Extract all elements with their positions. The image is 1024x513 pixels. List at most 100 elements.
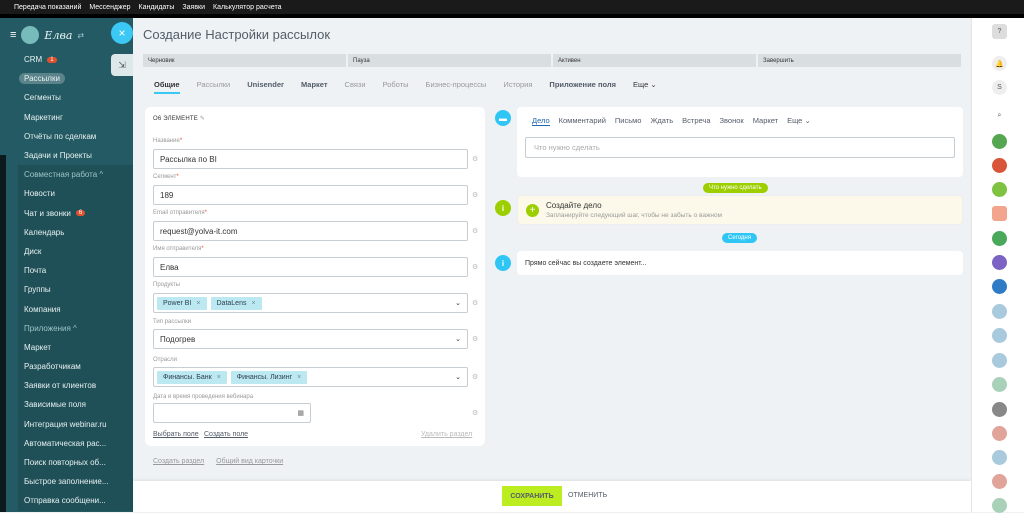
avatar[interactable] [992,134,1007,149]
sidebar-group-apps[interactable]: Приложения ^ [18,318,133,338]
top-tab-readings[interactable]: Передача показаний [14,4,81,11]
tab-mailings[interactable]: Рассылки [197,80,231,94]
mailing-type-select[interactable]: Подогрев ⌄ [153,329,468,349]
sidebar-item-market[interactable]: Маркет [18,337,133,357]
sidebar-item-auto-mailing[interactable]: Автоматическая рас... [18,433,133,453]
sidebar-item-send-messages[interactable]: Отправка сообщени... [18,491,133,511]
avatar[interactable] [992,402,1007,417]
sidebar-item-webinar[interactable]: Интеграция webinar.ru [18,414,133,434]
sidebar-item-reports[interactable]: Отчёты по сделкам [18,127,133,146]
select-field-link[interactable]: Выбрать поле [153,431,199,438]
avatar[interactable] [992,255,1007,270]
gear-icon[interactable]: ⚙ [472,299,478,307]
sidebar-item-client-requests[interactable]: Заявки от клиентов [18,376,133,396]
gear-icon[interactable]: ⚙ [472,409,478,417]
search-icon[interactable]: ⌕ [992,108,1007,123]
gear-icon[interactable]: ⚙ [472,335,478,343]
avatar[interactable] [992,498,1007,513]
create-section-link[interactable]: Создать раздел [153,458,204,465]
avatar[interactable] [992,377,1007,392]
avatar[interactable] [992,328,1007,343]
skype-icon[interactable]: S [992,80,1007,95]
activity-tab-email[interactable]: Письмо [615,116,642,126]
help-icon[interactable]: ? [992,24,1007,39]
sidebar-item-marketing[interactable]: Маркетинг [18,108,133,127]
sidebar-item-mail[interactable]: Почта [18,261,133,281]
create-field-link[interactable]: Создать поле [204,431,248,438]
bell-icon[interactable]: 🔔 [992,56,1007,71]
create-task-box[interactable]: + Создайте дело Запланируйте следующий ш… [517,195,963,225]
products-multiselect[interactable]: Power BI × DataLens × ⌄ [153,293,468,313]
gear-icon[interactable]: ⚙ [472,373,478,381]
common-card-view-link[interactable]: Общий вид карточки [216,458,283,465]
sender-name-field[interactable]: Елва [153,257,468,277]
stage-draft[interactable]: Черновик [143,54,346,67]
avatar[interactable] [992,353,1007,368]
sidebar-item-duplicate-search[interactable]: Поиск повторных об... [18,452,133,473]
avatar[interactable] [992,206,1007,221]
activity-tab-task[interactable]: Дело [532,116,550,126]
sidebar-item-segments[interactable]: Сегменты [18,88,133,107]
menu-icon[interactable]: ≡ [10,29,16,41]
top-tab-calculator[interactable]: Калькулятор расчета [213,4,281,11]
stage-active[interactable]: Активен [553,54,756,67]
tab-robots[interactable]: Роботы [383,80,409,94]
edit-icon[interactable]: ⇄ [77,31,84,40]
top-tab-requests[interactable]: Заявки [182,4,205,11]
chevron-down-icon[interactable]: ⌄ [455,373,461,381]
sidebar-item-tasks[interactable]: Задачи и Проекты [18,146,133,165]
tab-app-fields[interactable]: Приложение поля [549,80,616,94]
avatar[interactable] [992,182,1007,197]
tab-general[interactable]: Общие [154,80,180,94]
tab-more[interactable]: Еще ⌄ [633,80,657,94]
avatar[interactable] [992,474,1007,489]
email-field[interactable]: request@yolva-it.com [153,221,468,241]
gear-icon[interactable]: ⚙ [472,227,478,235]
sidebar-item-company[interactable]: Компания [18,299,133,319]
activity-tab-wait[interactable]: Ждать [650,116,673,126]
collapse-button[interactable]: ⇲ [111,54,133,76]
segment-field[interactable]: 189 [153,185,468,205]
name-field[interactable]: Рассылка по BI [153,149,468,169]
tab-links[interactable]: Связи [345,80,366,94]
tab-market[interactable]: Маркет [301,80,328,94]
todo-input[interactable]: Что нужно сделать [525,137,955,158]
plus-icon[interactable]: + [526,204,539,217]
remove-icon[interactable]: × [196,300,200,307]
chevron-down-icon[interactable]: ⌄ [455,299,461,307]
stage-finish[interactable]: Завершить [758,54,961,67]
activity-tab-meeting[interactable]: Встреча [682,116,710,126]
close-slider-button[interactable]: × [111,22,133,44]
delete-section-link[interactable]: Удалить раздел [421,431,472,438]
remove-icon[interactable]: × [217,374,221,381]
tab-business-processes[interactable]: Бизнес-процессы [426,80,487,94]
sidebar-item-developers[interactable]: Разработчикам [18,357,133,377]
sidebar-item-news[interactable]: Новости [18,184,133,204]
industries-multiselect[interactable]: Финансы. Банк × Финансы. Лизинг × ⌄ [153,367,468,387]
avatar[interactable] [992,158,1007,173]
gear-icon[interactable]: ⚙ [472,263,478,271]
save-button[interactable]: СОХРАНИТЬ [502,486,562,506]
sidebar-group-collaboration[interactable]: Совместная работа ^ [18,165,133,185]
top-tab-candidates[interactable]: Кандидаты [139,4,175,11]
avatar[interactable] [992,231,1007,246]
remove-icon[interactable]: × [297,374,301,381]
sidebar-item-quick-fill[interactable]: Быстрое заполнение... [18,472,133,492]
remove-icon[interactable]: × [251,300,255,307]
tab-history[interactable]: История [503,80,532,94]
sidebar-item-groups[interactable]: Группы [18,280,133,300]
pencil-icon[interactable]: ✎ [200,116,205,122]
gear-icon[interactable]: ⚙ [472,191,478,199]
activity-tab-more[interactable]: Еще ⌄ [787,116,811,126]
sidebar-item-dependent-fields[interactable]: Зависимые поля [18,395,133,415]
top-tab-messenger[interactable]: Мессенджер [89,4,130,11]
tab-unisender[interactable]: Unisender [247,80,284,94]
activity-tab-market[interactable]: Маркет [753,116,778,126]
sidebar-item-disk[interactable]: Диск [18,241,133,262]
avatar[interactable] [992,304,1007,319]
cancel-button[interactable]: ОТМЕНИТЬ [568,492,607,499]
sidebar-item-calendar[interactable]: Календарь [18,222,133,242]
avatar[interactable] [992,279,1007,294]
webinar-date-field[interactable]: ▦ [153,403,311,423]
stage-pause[interactable]: Пауза [348,54,551,67]
